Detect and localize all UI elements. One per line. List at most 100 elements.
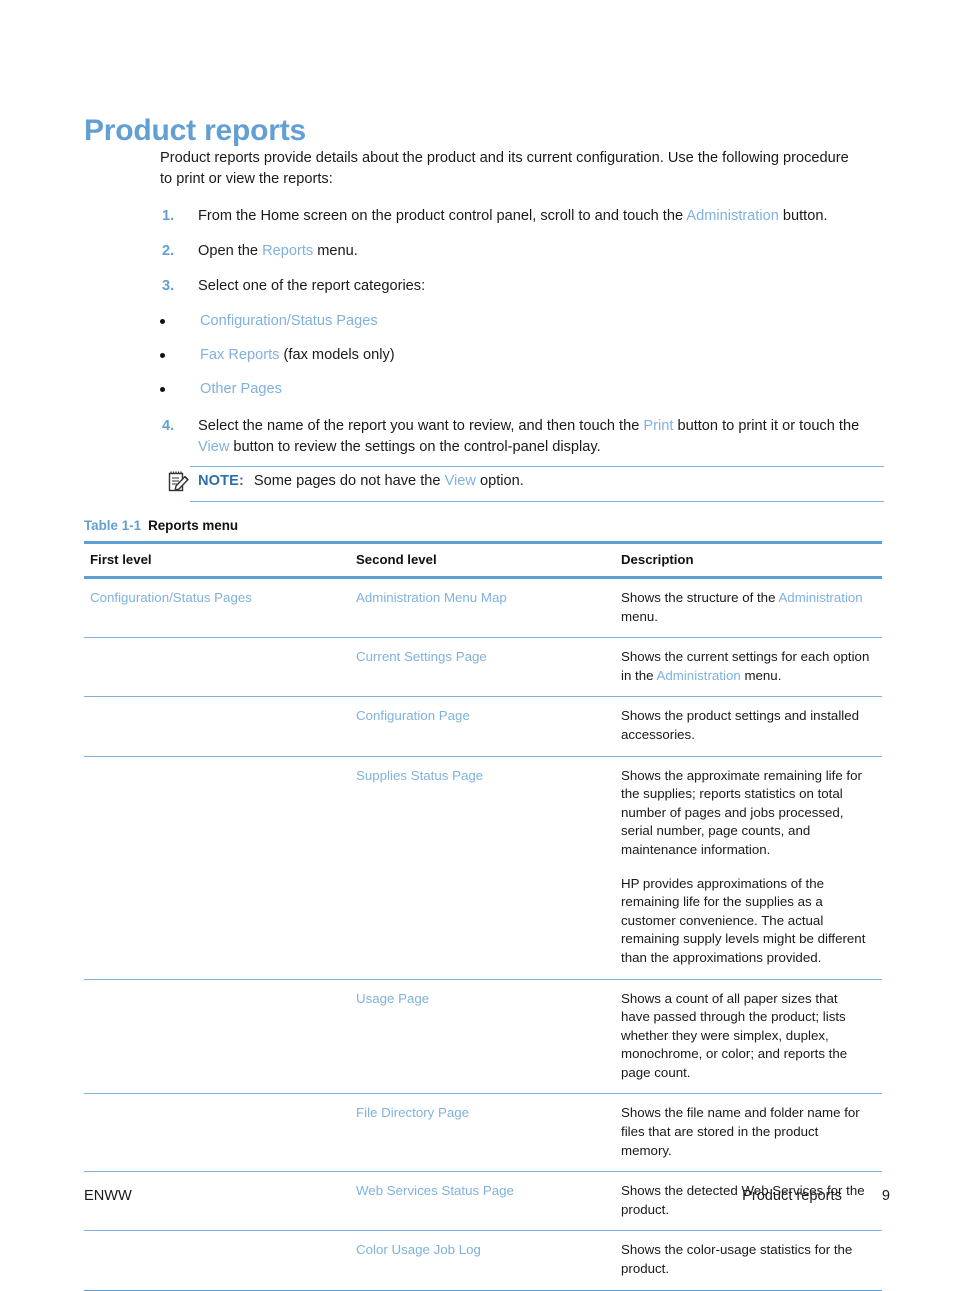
inline-ui-term: Administration Menu Map	[356, 590, 507, 605]
cell-first-level	[84, 1230, 350, 1291]
report-category-label: Fax Reports (fax models only)	[200, 347, 395, 363]
cell-second-level: Usage Page	[350, 979, 615, 1095]
description-paragraph: Shows the approximate remaining life for…	[621, 767, 870, 860]
cell-description: Shows the structure of the Administratio…	[615, 577, 882, 639]
table-head: First level Second level Description	[84, 541, 882, 579]
inline-text: button.	[778, 208, 828, 224]
procedure-step: 3. Select one of the report categories:	[160, 276, 884, 297]
note-label: NOTE:	[198, 473, 244, 489]
cell-first-level	[84, 756, 350, 980]
page-title: Product reports	[84, 114, 307, 148]
inline-text: Shows the product settings and installed…	[621, 708, 860, 742]
table-caption-number: Table 1-1	[84, 518, 142, 533]
inline-text: menu.	[313, 243, 358, 259]
cell-description: Shows the current settings for each opti…	[615, 637, 882, 698]
inline-text: From the Home screen on the product cont…	[198, 208, 687, 224]
intro-paragraph: Product reports provide details about th…	[160, 150, 849, 187]
description-paragraph: Shows the product settings and installed…	[621, 707, 870, 744]
cell-first-level	[84, 696, 350, 757]
table-header-row: First level Second level Description	[84, 541, 882, 579]
report-category-item: Configuration/Status Pages	[160, 311, 884, 332]
body-content: Product reports provide details about th…	[160, 148, 884, 472]
note-admonition: NOTE: Some pages do not have the View opt…	[168, 466, 884, 502]
description-paragraph: Shows the color-usage statistics for the…	[621, 1241, 870, 1278]
inline-text: Shows a count of all paper sizes that ha…	[621, 990, 848, 1080]
cell-first-level: Configuration/Status Pages	[84, 577, 350, 639]
report-category-item: Other Pages	[160, 379, 884, 400]
description-paragraph: Shows the file name and folder name for …	[621, 1104, 870, 1160]
inline-ui-term: View	[198, 439, 230, 455]
cell-description: Shows the file name and folder name for …	[615, 1093, 882, 1173]
step-number: 1.	[162, 208, 175, 224]
reports-menu-table: First level Second level Description Con…	[84, 541, 882, 1291]
inline-ui-term: Administration	[656, 667, 741, 683]
inline-ui-term: Current Settings Page	[356, 649, 487, 665]
table-row: Configuration Page Shows the product sett…	[84, 696, 882, 757]
inline-ui-term: Print	[643, 418, 674, 434]
column-header-first-level: First level	[84, 541, 350, 579]
table-caption: Table 1-1 Reports menu	[84, 518, 882, 533]
bullet-dot-icon	[160, 319, 165, 324]
inline-text: Shows the structure of the	[621, 590, 779, 605]
step-number: 4.	[162, 418, 175, 434]
cell-second-level: File Directory Page	[350, 1093, 615, 1173]
inline-ui-term: Usage Page	[356, 990, 430, 1006]
table-row: Color Usage Job Log Shows the color-usage…	[84, 1230, 882, 1291]
cell-first-level	[84, 979, 350, 1095]
table-row: File Directory Page Shows the file name a…	[84, 1093, 882, 1173]
table-row: Usage Page Shows a count of all paper siz…	[84, 979, 882, 1095]
description-paragraph: HP provides approximations of the remain…	[621, 875, 870, 968]
inline-ui-term: Reports	[262, 243, 314, 259]
inline-text: (fax models only)	[279, 347, 395, 363]
report-category-label: Configuration/Status Pages	[200, 313, 378, 329]
inline-ui-term: View	[444, 473, 476, 489]
inline-ui-term: Configuration/Status Pages	[200, 313, 378, 329]
table-row: Supplies Status Page Shows the approximat…	[84, 756, 882, 980]
inline-ui-term: Fax Reports	[200, 347, 280, 363]
cell-description: Shows the color-usage statistics for the…	[615, 1230, 882, 1291]
inline-ui-term: Administration	[778, 590, 863, 605]
footer-locale: ENWW	[84, 1188, 132, 1204]
step-text: Select the name of the report you want t…	[198, 418, 859, 455]
inline-text: menu.	[621, 608, 658, 624]
inline-text: button to print it or touch the	[673, 418, 860, 434]
cell-description: Shows a count of all paper sizes that ha…	[615, 979, 882, 1095]
procedure-step: 2. Open the Reports menu.	[160, 241, 884, 262]
footer-right-group: Product reports 9	[742, 1188, 890, 1204]
cell-first-level	[84, 1093, 350, 1173]
inline-text: Shows the file name and folder name for …	[621, 1105, 860, 1158]
table-row: Configuration/Status Pages Administration…	[84, 577, 882, 639]
inline-text: Select one of the report categories:	[198, 278, 426, 294]
inline-text: Select the name of the report you want t…	[198, 418, 644, 434]
description-paragraph: Shows a count of all paper sizes that ha…	[621, 990, 870, 1083]
inline-ui-term: Color Usage Job Log	[356, 1242, 481, 1258]
bullet-dot-icon	[160, 353, 165, 358]
document-page: Product reports Product reports provide …	[0, 0, 954, 1291]
cell-second-level: Configuration Page	[350, 696, 615, 757]
note-text: Some pages do not have the View option.	[254, 473, 524, 489]
report-category-label: Other Pages	[200, 381, 282, 397]
inline-text: Shows the color-usage statistics for the…	[621, 1242, 853, 1277]
note-pad-pencil-icon	[168, 471, 192, 493]
inline-ui-term: Other Pages	[200, 381, 282, 397]
page-footer: ENWW Product reports 9	[84, 1188, 890, 1204]
step-number: 3.	[162, 278, 175, 294]
step-text: Select one of the report categories:	[198, 278, 425, 294]
cell-description: Shows the approximate remaining life for…	[615, 756, 882, 980]
procedure-step: 1. From the Home screen on the product co…	[160, 206, 884, 227]
cell-second-level: Current Settings Page	[350, 637, 615, 698]
note-body: NOTE: Some pages do not have the View opt…	[168, 467, 884, 501]
bullet-dot-icon	[160, 387, 165, 392]
inline-text: menu.	[740, 667, 782, 683]
report-category-item: Fax Reports (fax models only)	[160, 345, 884, 366]
step-text: From the Home screen on the product cont…	[198, 208, 828, 224]
inline-text: HP provides approximations of the remain…	[621, 875, 866, 965]
inline-text: button to review the settings on the con…	[229, 439, 601, 455]
cell-second-level: Administration Menu Map	[350, 577, 615, 639]
inline-text: option.	[475, 473, 524, 489]
step-number: 2.	[162, 243, 175, 259]
procedure-step-list: 1. From the Home screen on the product co…	[160, 206, 884, 458]
column-header-description: Description	[615, 541, 882, 579]
inline-text: Open the	[198, 243, 263, 259]
table-row: Current Settings Page Shows the current s…	[84, 637, 882, 698]
